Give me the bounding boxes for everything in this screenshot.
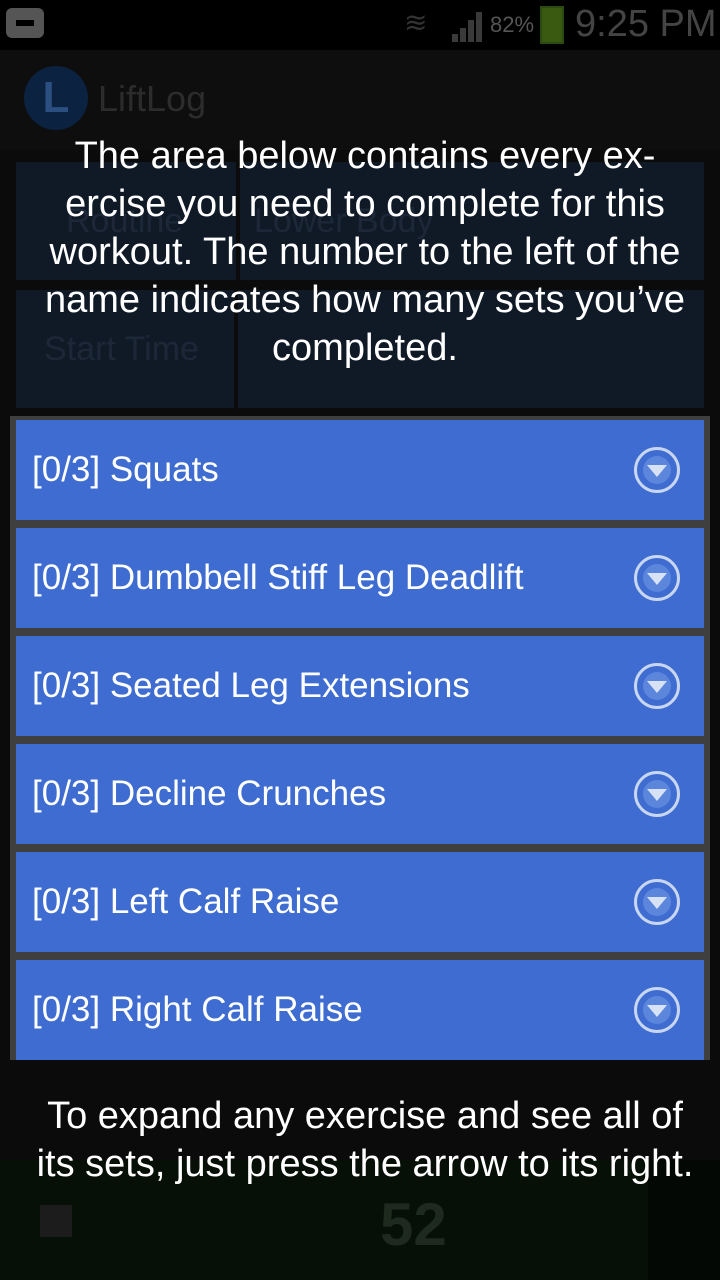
battery-icon [540, 6, 564, 44]
expand-arrow-icon[interactable] [634, 555, 680, 601]
expand-arrow-icon[interactable] [634, 663, 680, 709]
status-bar: ≋ 82% 9:25 PM [0, 0, 720, 50]
exercise-item[interactable]: [0/3] Squats [16, 420, 704, 520]
exercise-item[interactable]: [0/3] Seated Leg Extensions [16, 636, 704, 736]
exercise-label: [0/3] Right Calf Raise [32, 990, 363, 1029]
tutorial-text-top: The area below contains every ex-ercise … [45, 135, 685, 369]
app-title: LiftLog [98, 78, 207, 119]
battery-percent: 82% [490, 12, 535, 37]
exercise-label: [0/3] Dumbbell Stiff Leg Deadlift [32, 558, 524, 597]
exercise-label: [0/3] Left Calf Raise [32, 882, 340, 921]
exercise-label: [0/3] Decline Crunches [32, 774, 387, 813]
wifi-icon: ≋ [404, 7, 428, 38]
exercise-item[interactable]: [0/3] Left Calf Raise [16, 852, 704, 952]
expand-arrow-icon[interactable] [634, 879, 680, 925]
app-logo-letter: L [42, 73, 70, 122]
exercise-item[interactable]: [0/3] Decline Crunches [16, 744, 704, 844]
tutorial-text-bottom: To expand any exercise and see all of it… [36, 1095, 694, 1185]
checkbox[interactable] [40, 1205, 72, 1237]
expand-arrow-icon[interactable] [634, 447, 680, 493]
clock: 9:25 PM [575, 3, 717, 45]
expand-arrow-icon[interactable] [634, 987, 680, 1033]
signal-icon [452, 8, 488, 42]
app-logo: L [24, 66, 88, 130]
exercise-item[interactable]: [0/3] Dumbbell Stiff Leg Deadlift [16, 528, 704, 628]
expand-arrow-icon[interactable] [634, 771, 680, 817]
bottom-counter: 52 [380, 1191, 447, 1258]
exercise-item[interactable]: [0/3] Right Calf Raise [16, 960, 704, 1060]
exercise-label: [0/3] Seated Leg Extensions [32, 666, 470, 705]
back-icon[interactable] [6, 8, 44, 38]
exercise-label: [0/3] Squats [32, 450, 219, 489]
